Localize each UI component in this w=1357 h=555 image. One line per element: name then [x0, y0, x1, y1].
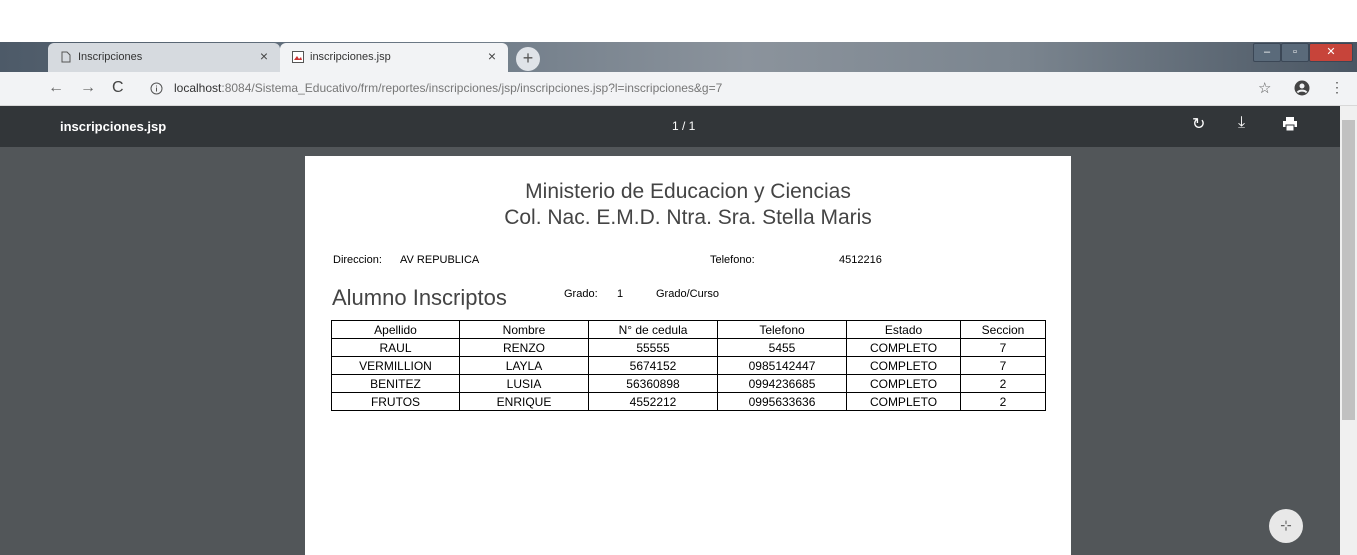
cell-telefono: 0995633636 — [717, 392, 847, 411]
inscripciones-table: Apellido Nombre N° de cedula Telefono Es… — [331, 320, 1046, 411]
cell-cedula: 55555 — [588, 338, 718, 357]
table-row: VERMILLION LAYLA 5674152 0985142447 COMP… — [331, 356, 1046, 375]
tab-inscripciones-jsp[interactable]: inscripciones.jsp × — [280, 43, 508, 72]
header-telefono: Telefono — [717, 320, 847, 339]
header-cedula: N° de cedula — [588, 320, 718, 339]
cell-nombre: RENZO — [459, 338, 589, 357]
cell-nombre: ENRIQUE — [459, 392, 589, 411]
scroll-thumb[interactable] — [1342, 120, 1355, 420]
pdf-page: Ministerio de Educacion y Ciencias Col. … — [305, 156, 1071, 555]
cell-seccion: 2 — [960, 392, 1046, 411]
url-path: :8084/Sistema_Educativo/frm/reportes/ins… — [221, 81, 723, 95]
tab-label: inscripciones.jsp — [310, 51, 391, 63]
cell-estado: COMPLETO — [846, 374, 961, 393]
forward-icon[interactable]: → — [80, 79, 96, 97]
page-indicator: 1 / 1 — [672, 119, 696, 133]
report-title-ministry: Ministerio de Educacion y Ciencias — [525, 180, 851, 203]
pdf-toolbar — [0, 106, 1340, 147]
menu-icon[interactable]: ⋮ — [1330, 79, 1344, 96]
tab-label: Inscripciones — [78, 51, 143, 63]
cell-cedula: 4552212 — [588, 392, 718, 411]
print-icon[interactable] — [1282, 117, 1298, 131]
page-icon — [61, 51, 71, 63]
header-estado: Estado — [846, 320, 961, 339]
cell-cedula: 5674152 — [588, 356, 718, 375]
cell-telefono: 0985142447 — [717, 356, 847, 375]
header-seccion: Seccion — [960, 320, 1046, 339]
new-tab-button[interactable]: + — [516, 47, 540, 71]
section-title: Alumno Inscriptos — [332, 285, 507, 310]
cell-apellido: BENITEZ — [331, 374, 460, 393]
window-controls: – ▫ ✕ — [1253, 43, 1353, 62]
table-row: FRUTOS ENRIQUE 4552212 0995633636 COMPLE… — [331, 392, 1046, 411]
table-row: BENITEZ LUSIA 56360898 0994236685 COMPLE… — [331, 374, 1046, 393]
cell-seccion: 7 — [960, 338, 1046, 357]
close-icon[interactable]: × — [260, 48, 268, 64]
window-top-margin — [0, 0, 1357, 42]
cell-estado: COMPLETO — [846, 392, 961, 411]
grado-curso-label: Grado/Curso — [656, 288, 719, 300]
fit-page-button[interactable]: ⊹ — [1269, 509, 1303, 543]
pdf-title: inscripciones.jsp — [60, 119, 167, 134]
maximize-button[interactable]: ▫ — [1281, 43, 1309, 62]
cell-telefono: 5455 — [717, 338, 847, 357]
minimize-button[interactable]: – — [1253, 43, 1281, 62]
close-window-button[interactable]: ✕ — [1309, 43, 1353, 62]
cell-apellido: FRUTOS — [331, 392, 460, 411]
table-header-row: Apellido Nombre N° de cedula Telefono Es… — [331, 320, 1046, 339]
rotate-icon[interactable]: ↻ — [1192, 114, 1205, 134]
profile-icon[interactable] — [1294, 80, 1310, 96]
header-apellido: Apellido — [331, 320, 460, 339]
pdf-icon — [292, 51, 304, 63]
cell-telefono: 0994236685 — [717, 374, 847, 393]
cell-seccion: 7 — [960, 356, 1046, 375]
telefono-value: 4512216 — [839, 254, 882, 266]
fit-to-page-icon: ⊹ — [1280, 517, 1292, 533]
tab-inscripciones[interactable]: Inscripciones × — [48, 43, 280, 72]
star-icon[interactable]: ☆ — [1258, 79, 1271, 97]
table-row: RAUL RENZO 55555 5455 COMPLETO 7 — [331, 338, 1046, 357]
direccion-label: Direccion: — [333, 254, 382, 266]
cell-apellido: VERMILLION — [331, 356, 460, 375]
report-title-school: Col. Nac. E.M.D. Ntra. Sra. Stella Maris — [504, 206, 872, 229]
grado-label: Grado: — [564, 288, 598, 300]
cell-nombre: LUSIA — [459, 374, 589, 393]
reload-icon[interactable]: C — [112, 79, 124, 97]
cell-estado: COMPLETO — [846, 338, 961, 357]
header-nombre: Nombre — [459, 320, 589, 339]
back-icon[interactable]: ← — [48, 79, 64, 97]
download-icon[interactable]: ⤓ — [1238, 114, 1245, 132]
cell-seccion: 2 — [960, 374, 1046, 393]
cell-nombre: LAYLA — [459, 356, 589, 375]
cell-cedula: 56360898 — [588, 374, 718, 393]
address-bar[interactable]: localhost:8084/Sistema_Educativo/frm/rep… — [140, 78, 1280, 100]
cell-apellido: RAUL — [331, 338, 460, 357]
grado-value: 1 — [617, 288, 624, 300]
telefono-label: Telefono: — [710, 254, 755, 266]
direccion-value: AV REPUBLICA — [400, 254, 480, 266]
cell-estado: COMPLETO — [846, 356, 961, 375]
close-icon[interactable]: × — [488, 48, 496, 64]
url-host: localhost — [174, 81, 222, 95]
info-icon[interactable] — [150, 82, 163, 95]
